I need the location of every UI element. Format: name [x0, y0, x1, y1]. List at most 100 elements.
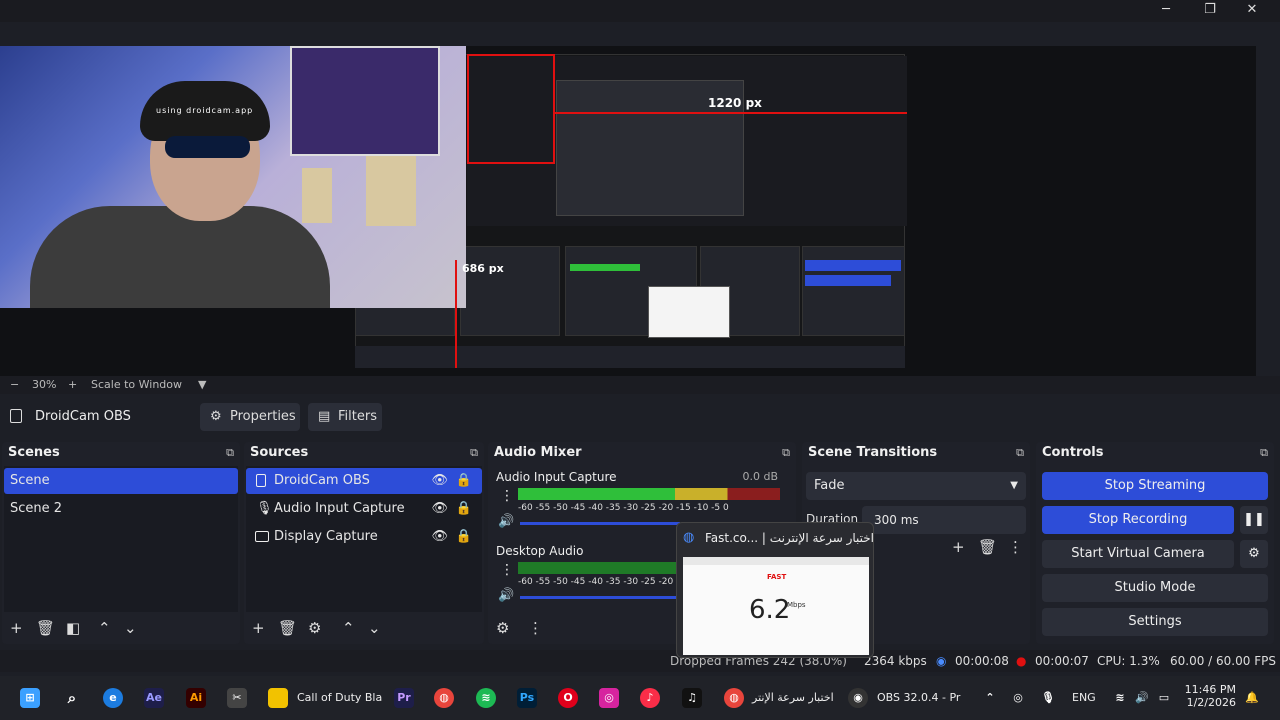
red-bounding-box: [467, 54, 555, 164]
transitions-title: Scene Transitions: [808, 445, 938, 460]
after-effects-icon[interactable]: Ae: [144, 688, 164, 708]
chevron-up-icon[interactable]: ⌃: [342, 619, 355, 637]
volume-icon[interactable]: 🔊: [1132, 688, 1152, 708]
eye-icon[interactable]: 👁: [431, 524, 448, 550]
edge-icon[interactable]: e: [103, 688, 123, 708]
stop-recording-button[interactable]: Stop Recording: [1042, 506, 1234, 534]
chevron-down-icon[interactable]: ⌄: [124, 619, 137, 637]
obs-icon[interactable]: ◉: [848, 688, 868, 708]
pause-icon: ❚❚: [1243, 512, 1265, 527]
opera-icon[interactable]: O: [558, 688, 578, 708]
dock-float-icon[interactable]: ⧉: [1260, 446, 1268, 460]
add-icon[interactable]: +: [10, 619, 23, 637]
height-label: 686 px: [462, 262, 504, 275]
pause-recording-button[interactable]: ❚❚: [1240, 506, 1268, 534]
chevron-up-icon[interactable]: ⌃: [980, 688, 1000, 708]
virtual-camera-settings-button[interactable]: ⚙: [1240, 540, 1268, 568]
settings-button[interactable]: Settings: [1042, 608, 1268, 636]
volume-meter: [518, 488, 780, 500]
eye-icon[interactable]: 👁: [431, 468, 448, 494]
start-virtual-camera-button[interactable]: Start Virtual Camera: [1042, 540, 1234, 568]
gear-icon[interactable]: ⚙: [308, 619, 321, 637]
kebab-menu-icon[interactable]: ⋮: [1008, 538, 1023, 556]
location-icon[interactable]: ◎: [1008, 688, 1028, 708]
music-icon[interactable]: ♪: [640, 688, 660, 708]
stop-streaming-button[interactable]: Stop Streaming: [1042, 472, 1268, 500]
scale-mode[interactable]: Scale to Window: [91, 378, 182, 391]
eye-icon[interactable]: 👁: [431, 496, 448, 522]
duration-field[interactable]: 300 ms: [862, 506, 1026, 534]
chrome-icon[interactable]: ◍: [434, 688, 454, 708]
premiere-icon[interactable]: Pr: [394, 688, 414, 708]
close-button[interactable]: ✕: [1230, 0, 1274, 22]
zoom-in-button[interactable]: +: [68, 378, 77, 391]
speaker-icon[interactable]: 🔊: [498, 588, 514, 603]
filters-button[interactable]: ▤ Filters: [308, 403, 382, 431]
microphone-icon[interactable]: 🎙: [1038, 688, 1058, 708]
file-icon: [256, 474, 266, 487]
kebab-menu-icon[interactable]: ⋮: [500, 488, 514, 504]
dock-float-icon[interactable]: ⧉: [470, 446, 478, 460]
source-item[interactable]: 🎙 Audio Input Capture 👁 🔒: [246, 496, 482, 522]
speaker-icon[interactable]: 🔊: [498, 514, 514, 529]
photoshop-icon[interactable]: Ps: [517, 688, 537, 708]
instagram-icon[interactable]: ◎: [599, 688, 619, 708]
search-icon[interactable]: ⌕: [62, 688, 82, 708]
kebab-menu-icon[interactable]: ⋮: [500, 562, 514, 578]
illustrator-icon[interactable]: Ai: [186, 688, 206, 708]
wanted-poster: [366, 156, 416, 226]
preview-canvas[interactable]: using droidcam.app 1220 px 686 px: [0, 46, 1256, 376]
filter-icon[interactable]: ◧: [66, 619, 80, 637]
taskbar-label[interactable]: Call of Duty Bla: [297, 691, 382, 704]
properties-button[interactable]: ⚙ Properties: [200, 403, 300, 431]
taskbar-preview-popup[interactable]: ◍ Fast.co... | اختبار سرعة الإنترنت FAST…: [676, 522, 874, 658]
folder-icon[interactable]: [268, 688, 288, 708]
taskbar-clock[interactable]: 11:46 PM 1/2/2026: [1184, 683, 1236, 709]
language-indicator[interactable]: ENG: [1072, 691, 1096, 704]
kebab-menu-icon[interactable]: ⋮: [528, 619, 543, 637]
lock-icon[interactable]: 🔒: [456, 468, 472, 494]
wifi-icon[interactable]: ≋: [1110, 688, 1130, 708]
trash-icon[interactable]: 🗑: [978, 538, 997, 556]
trash-icon[interactable]: 🗑: [36, 619, 55, 637]
maximize-button[interactable]: ❐: [1188, 0, 1232, 22]
nested-sources: [460, 246, 560, 336]
battery-icon[interactable]: ▭: [1154, 688, 1174, 708]
speed-unit: Mbps: [787, 601, 806, 609]
taskbar-label[interactable]: OBS 32.0.4 - Pr: [877, 691, 960, 704]
volume-slider[interactable]: [520, 596, 680, 599]
dock-float-icon[interactable]: ⧉: [226, 446, 234, 460]
dock-float-icon[interactable]: ⧉: [782, 446, 790, 460]
lock-icon[interactable]: 🔒: [456, 524, 472, 550]
chevron-up-icon[interactable]: ⌃: [98, 619, 111, 637]
spotify-icon[interactable]: ≋: [476, 688, 496, 708]
thumb-tabbar: [683, 557, 869, 565]
chrome-icon[interactable]: ◍: [724, 688, 744, 708]
lock-icon[interactable]: 🔒: [456, 496, 472, 522]
volume-slider[interactable]: [520, 522, 680, 525]
add-icon[interactable]: +: [252, 619, 265, 637]
chevron-down-icon[interactable]: ▼: [198, 378, 206, 391]
scene-item[interactable]: Scene 2: [4, 496, 238, 522]
advanced-audio-icon[interactable]: ⚙: [496, 619, 509, 637]
zoom-out-button[interactable]: −: [10, 378, 19, 391]
source-item[interactable]: Display Capture 👁 🔒: [246, 524, 482, 550]
source-item[interactable]: DroidCam OBS 👁 🔒: [246, 468, 482, 494]
studio-mode-button[interactable]: Studio Mode: [1042, 574, 1268, 602]
notifications-icon[interactable]: 🔔: [1242, 688, 1262, 708]
taskbar-label[interactable]: اختبار سرعة الإنتر: [752, 691, 834, 704]
sources-dock: Sources ⧉ DroidCam OBS 👁 🔒 🎙 Audio Input…: [244, 442, 484, 644]
scene-item[interactable]: Scene: [4, 468, 238, 494]
trash-icon[interactable]: 🗑: [278, 619, 297, 637]
windows-start-icon[interactable]: ⊞: [20, 688, 40, 708]
dock-float-icon[interactable]: ⧉: [1016, 446, 1024, 460]
minimize-button[interactable]: ─: [1144, 0, 1188, 22]
add-icon[interactable]: +: [952, 538, 965, 556]
transition-select[interactable]: Fade ▼: [806, 472, 1026, 500]
capcut-icon[interactable]: ✂: [227, 688, 247, 708]
scenes-footer: + 🗑 ◧ ⌃ ⌄: [2, 614, 240, 644]
monitor-icon: [255, 531, 269, 542]
tiktok-icon[interactable]: ♫: [682, 688, 702, 708]
cpu-usage: CPU: 1.3%: [1097, 654, 1160, 668]
chevron-down-icon[interactable]: ⌄: [368, 619, 381, 637]
